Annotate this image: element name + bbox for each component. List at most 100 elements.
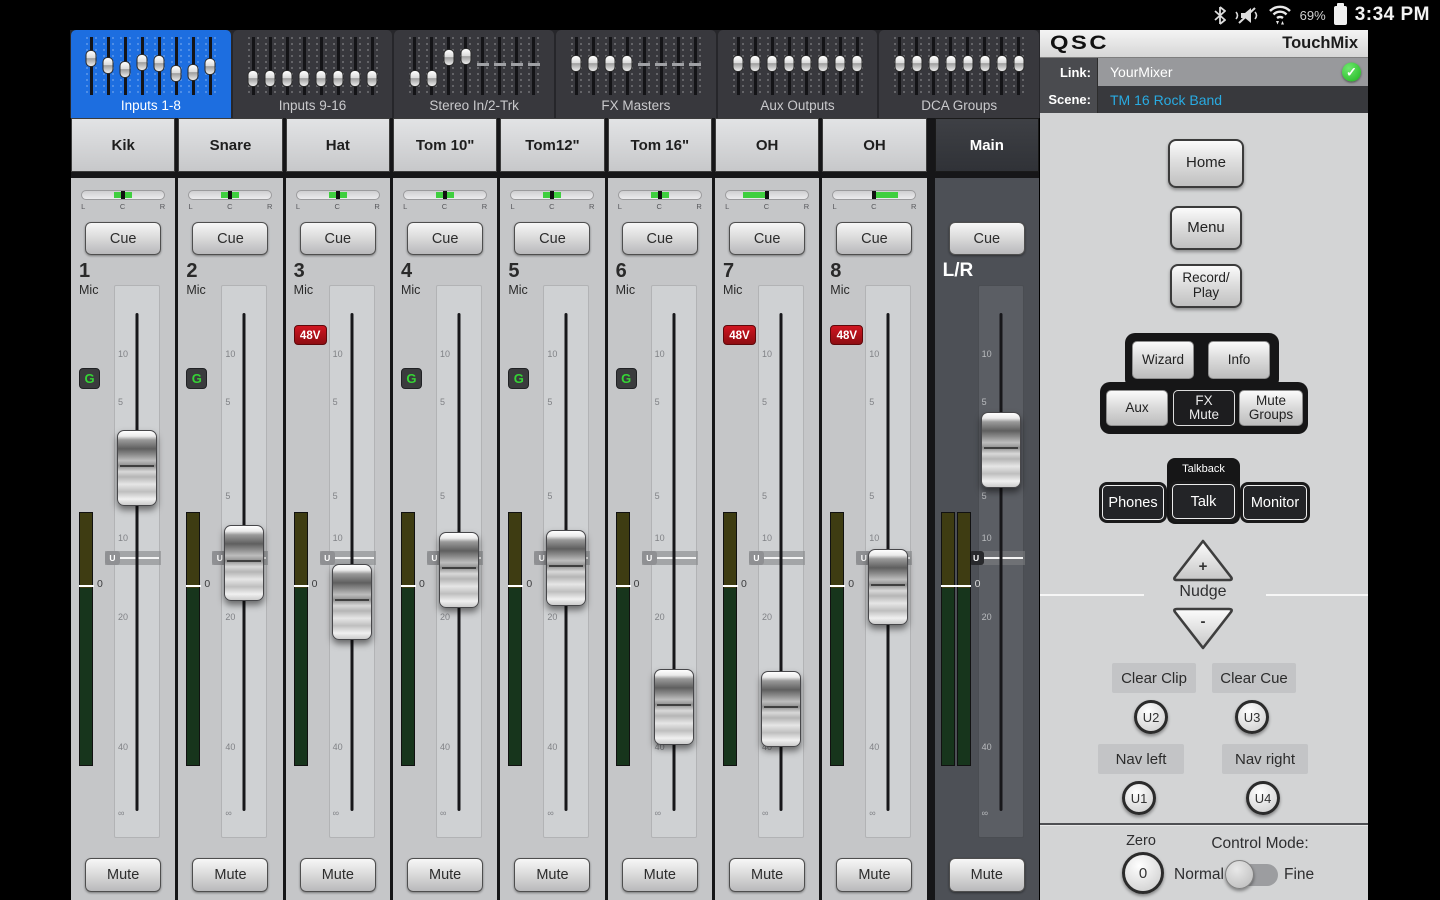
fader-scale-tick: 5	[333, 491, 338, 501]
cue-button[interactable]: Cue	[300, 222, 376, 255]
nudge-down-button[interactable]: -	[1170, 607, 1236, 653]
user-button-u1[interactable]: U1	[1122, 781, 1156, 815]
pan-scale-labels: LCR	[510, 202, 594, 211]
mute-button[interactable]: Mute	[407, 858, 483, 892]
tab-label: Inputs 9-16	[279, 98, 347, 118]
scene-label: Scene:	[1040, 86, 1098, 113]
fader-knob[interactable]	[117, 430, 157, 506]
fader-track[interactable]: U 1055102040∞	[758, 285, 804, 838]
link-ok-icon: ✓	[1342, 63, 1361, 82]
tab-inputs-9-16[interactable]: Inputs 9-16	[233, 30, 393, 118]
channel-name[interactable]: Snare	[178, 118, 282, 172]
fader-knob[interactable]	[761, 671, 801, 747]
nudge-up-button[interactable]: +	[1170, 536, 1236, 582]
pan-scale-labels: LCR	[618, 202, 702, 211]
fader-knob[interactable]	[981, 412, 1021, 488]
wizard-button[interactable]: Wizard	[1132, 341, 1194, 379]
mute-button[interactable]: Mute	[729, 858, 805, 892]
talk-button[interactable]: Talk	[1172, 484, 1235, 519]
fader-scale-tick: ∞	[869, 808, 875, 818]
cue-button[interactable]: Cue	[836, 222, 912, 255]
mute-button[interactable]: Mute	[514, 858, 590, 892]
cue-button[interactable]: Cue	[729, 222, 805, 255]
mute-button[interactable]: Mute	[85, 858, 161, 892]
fader-track[interactable]: U 1055102040∞	[978, 285, 1024, 838]
fx-mute-button[interactable]: FX Mute	[1173, 390, 1235, 426]
pan-indicator[interactable]	[81, 190, 165, 200]
scene-value[interactable]: TM 16 Rock Band	[1098, 86, 1368, 113]
tab-stereo-in-2-trk[interactable]: Stereo In/2-Trk	[394, 30, 554, 118]
channel-name[interactable]: Kik	[71, 118, 175, 172]
wifi-icon	[1268, 5, 1292, 25]
meter-zero-label: 0	[97, 578, 103, 590]
cue-button[interactable]: Cue	[85, 222, 161, 255]
channel-name[interactable]: Tom12"	[500, 118, 604, 172]
tab-dca-groups[interactable]: DCA Groups	[879, 30, 1039, 118]
channel-name[interactable]: Tom 16"	[608, 118, 712, 172]
info-button[interactable]: Info	[1208, 341, 1270, 379]
fader-scale-tick: ∞	[762, 808, 768, 818]
mute-groups-button[interactable]: Mute Groups	[1239, 390, 1303, 426]
channel-name[interactable]: OH	[822, 118, 926, 172]
control-mode-toggle-knob[interactable]	[1225, 860, 1254, 889]
fader-knob[interactable]	[654, 669, 694, 745]
mute-button[interactable]: Mute	[622, 858, 698, 892]
cue-button[interactable]: Cue	[949, 222, 1025, 255]
mute-button[interactable]: Mute	[836, 858, 912, 892]
fader-scale-tick: 20	[440, 612, 450, 622]
pan-indicator[interactable]	[296, 190, 380, 200]
pan-indicator[interactable]	[510, 190, 594, 200]
meter-zero-tick	[401, 585, 416, 587]
user-button-u3[interactable]: U3	[1235, 700, 1269, 734]
meter-zero-label: 0	[848, 578, 854, 590]
pan-indicator[interactable]	[832, 190, 916, 200]
meter-zero-tick	[616, 585, 631, 587]
fader-track[interactable]: U 1055102040∞	[114, 285, 160, 838]
cue-button[interactable]: Cue	[514, 222, 590, 255]
phantom-48v-badge: 48V	[294, 325, 327, 345]
phones-button[interactable]: Phones	[1102, 485, 1164, 520]
fader-scale-tick: ∞	[655, 808, 661, 818]
pan-indicator[interactable]	[403, 190, 487, 200]
home-button[interactable]: Home	[1168, 139, 1244, 188]
cue-button[interactable]: Cue	[622, 222, 698, 255]
fader-track[interactable]: U 1055102040∞	[329, 285, 375, 838]
tab-fx-masters[interactable]: FX Masters	[556, 30, 716, 118]
fader-scale-tick: 5	[225, 491, 230, 501]
user-button-u4[interactable]: U4	[1246, 781, 1280, 815]
mute-button[interactable]: Mute	[300, 858, 376, 892]
fader-knob[interactable]	[332, 564, 372, 640]
pan-indicator[interactable]	[618, 190, 702, 200]
meter-zero-tick	[830, 585, 845, 587]
fader-knob[interactable]	[224, 525, 264, 601]
tab-aux-outputs[interactable]: Aux Outputs	[718, 30, 878, 118]
fader-knob[interactable]	[868, 549, 908, 625]
tab-inputs-1-8[interactable]: Inputs 1-8	[71, 30, 231, 118]
aux-button[interactable]: Aux	[1106, 390, 1168, 426]
nav-right-button[interactable]: Nav right	[1222, 744, 1308, 774]
channel-name[interactable]: OH	[715, 118, 819, 172]
pan-indicator[interactable]	[188, 190, 272, 200]
clear-cue-button[interactable]: Clear Cue	[1212, 663, 1296, 693]
user-button-u2[interactable]: U2	[1134, 700, 1168, 734]
gate-badge: G	[186, 368, 207, 389]
pan-indicator[interactable]	[725, 190, 809, 200]
zero-button[interactable]: 0	[1122, 852, 1164, 894]
cue-button[interactable]: Cue	[192, 222, 268, 255]
pan-position-tick	[336, 191, 340, 199]
mute-button[interactable]: Mute	[949, 858, 1025, 892]
channel-name[interactable]: Main	[935, 118, 1039, 172]
mute-button[interactable]: Mute	[192, 858, 268, 892]
menu-button[interactable]: Menu	[1170, 206, 1242, 250]
fader-knob[interactable]	[439, 532, 479, 608]
monitor-button[interactable]: Monitor	[1243, 485, 1307, 520]
record-play-button[interactable]: Record/ Play	[1170, 264, 1242, 308]
clear-clip-button[interactable]: Clear Clip	[1112, 663, 1196, 693]
fader-track[interactable]: U 1055102040∞	[651, 285, 697, 838]
fader-scale-tick: 5	[333, 397, 338, 407]
channel-name[interactable]: Hat	[286, 118, 390, 172]
channel-name[interactable]: Tom 10"	[393, 118, 497, 172]
nav-left-button[interactable]: Nav left	[1098, 744, 1184, 774]
cue-button[interactable]: Cue	[407, 222, 483, 255]
fader-knob[interactable]	[546, 530, 586, 606]
